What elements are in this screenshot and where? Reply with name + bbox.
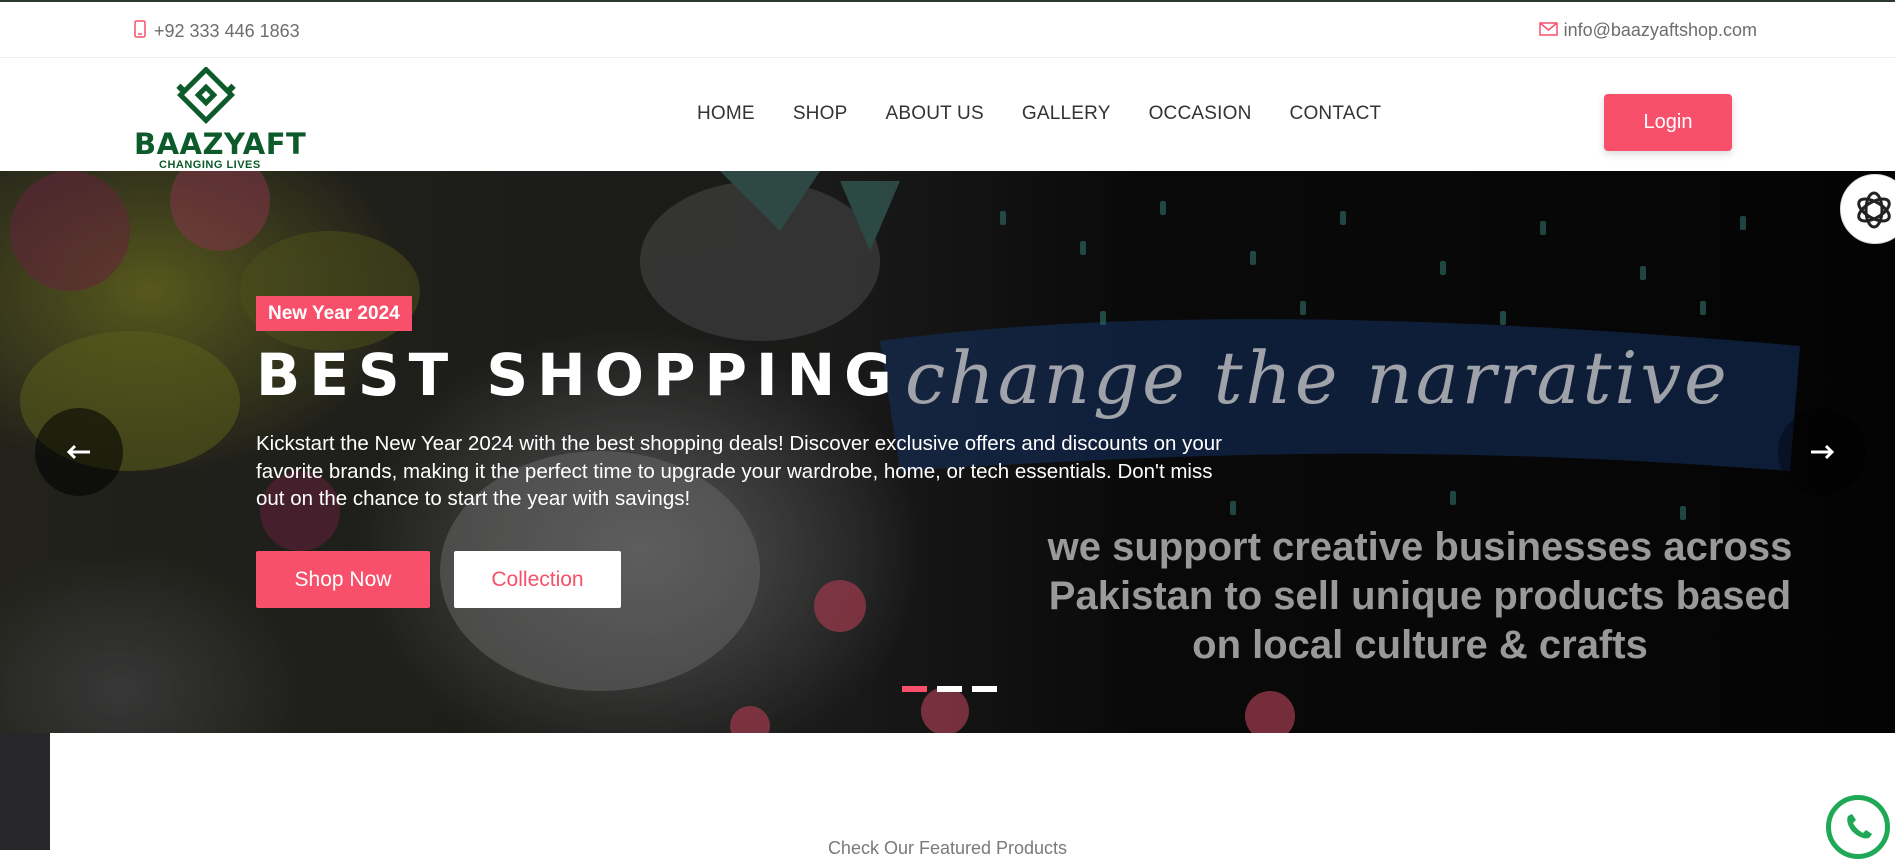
site-header: BAAZYAFT CHANGING LIVES HOME SHOP ABOUT … bbox=[0, 59, 1895, 171]
phone-number: +92 333 446 1863 bbox=[154, 21, 300, 41]
arrow-right-icon bbox=[1811, 444, 1835, 460]
nav-contact[interactable]: CONTACT bbox=[1290, 103, 1382, 125]
contact-top-bar: +92 333 446 1863 info@baazyaftshop.com bbox=[0, 2, 1895, 58]
side-dark-strip bbox=[0, 733, 50, 850]
slider-next-button[interactable] bbox=[1778, 408, 1866, 496]
featured-section-label: Check Our Featured Products bbox=[827, 838, 1068, 858]
whatsapp-icon bbox=[1847, 814, 1872, 839]
brand-tagline: CHANGING LIVES bbox=[159, 159, 261, 171]
hero-slider: change the narrative we support creative… bbox=[0, 171, 1895, 733]
slide-dot-1[interactable] bbox=[902, 686, 927, 692]
arrow-left-icon bbox=[66, 444, 90, 460]
phone-contact[interactable]: +92 333 446 1863 bbox=[134, 20, 300, 43]
hero-badge: New Year 2024 bbox=[256, 296, 412, 331]
collection-button[interactable]: Collection bbox=[454, 551, 621, 608]
slide-dot-2[interactable] bbox=[937, 686, 962, 692]
nav-gallery[interactable]: GALLERY bbox=[1022, 103, 1111, 125]
hero-support-text: we support creative businesses across Pa… bbox=[1047, 525, 1793, 667]
openai-logo-icon bbox=[1857, 191, 1891, 229]
brand-name: BAAZYAFT bbox=[134, 127, 307, 161]
nav-home[interactable]: HOME bbox=[697, 103, 755, 125]
hero-script-text: change the narrative bbox=[905, 336, 1730, 420]
nav-shop[interactable]: SHOP bbox=[793, 103, 848, 125]
whatsapp-button[interactable] bbox=[1826, 795, 1890, 859]
brand-logo[interactable]: BAAZYAFT CHANGING LIVES bbox=[134, 67, 307, 171]
shop-now-button[interactable]: Shop Now bbox=[256, 551, 430, 608]
logo-mark-icon bbox=[176, 67, 236, 124]
email-contact[interactable]: info@baazyaftshop.com bbox=[1538, 20, 1757, 41]
slider-prev-button[interactable] bbox=[35, 408, 123, 496]
mobile-phone-icon bbox=[134, 20, 146, 43]
slider-pagination bbox=[902, 686, 997, 692]
nav-about-us[interactable]: ABOUT US bbox=[885, 103, 983, 125]
hero-description: Kickstart the New Year 2024 with the bes… bbox=[256, 432, 1222, 510]
envelope-icon bbox=[1538, 20, 1558, 41]
slide-dot-3[interactable] bbox=[972, 686, 997, 692]
floating-widget-button[interactable] bbox=[1840, 174, 1895, 244]
email-address: info@baazyaftshop.com bbox=[1563, 20, 1757, 40]
main-navigation: HOME SHOP ABOUT US GALLERY OCCASION CONT… bbox=[697, 103, 1381, 125]
nav-occasion[interactable]: OCCASION bbox=[1149, 103, 1252, 125]
login-button[interactable]: Login bbox=[1604, 94, 1732, 151]
hero-title: BEST SHOPPING bbox=[256, 341, 901, 409]
